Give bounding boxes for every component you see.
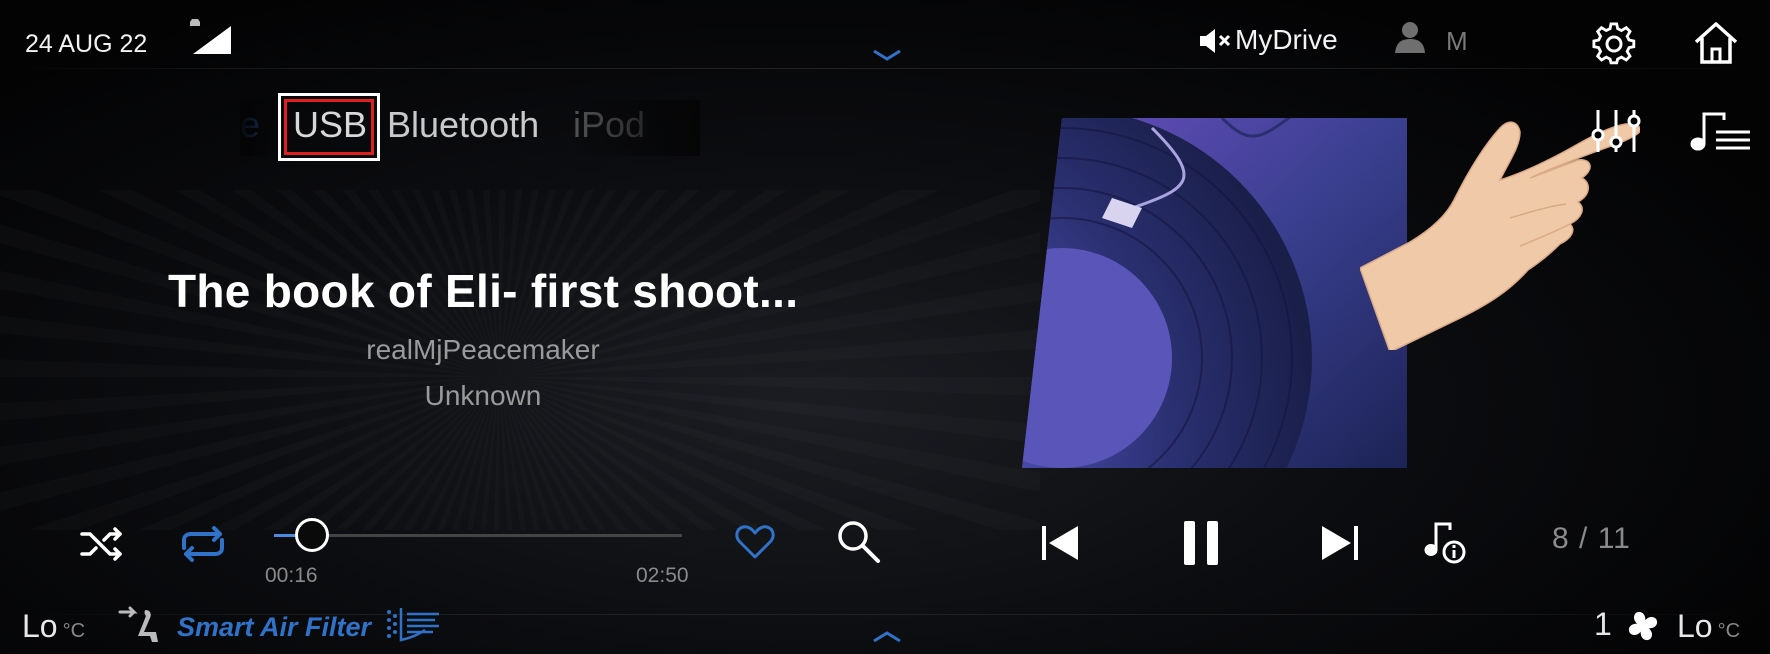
search-icon[interactable] <box>835 518 881 564</box>
tab-bluetooth[interactable]: Bluetooth <box>387 104 539 146</box>
right-temperature[interactable]: Lo °C <box>1677 608 1740 645</box>
usb-tab-highlight-box <box>278 93 380 161</box>
status-date: 24 AUG 22 <box>25 30 148 58</box>
right-temperature-value: Lo <box>1677 608 1713 644</box>
pull-down-handle[interactable] <box>872 48 902 62</box>
pull-up-handle[interactable] <box>872 630 902 644</box>
tabs-fade-left <box>240 100 280 156</box>
gear-icon[interactable] <box>1592 22 1636 66</box>
media-player-screen: 24 AUG 22 MyDrive M e USB Bluetooth iPod <box>0 0 1770 654</box>
skip-next-icon[interactable] <box>1320 524 1360 562</box>
heart-icon[interactable] <box>735 524 775 560</box>
track-info-icon[interactable] <box>1424 520 1466 564</box>
time-total: 02:50 <box>636 564 689 587</box>
speaker-mute-icon[interactable] <box>1198 26 1232 56</box>
top-divider <box>0 68 1770 69</box>
progress-bar[interactable] <box>274 534 682 537</box>
song-artist: realMjPeacemaker <box>366 334 600 365</box>
user-icon[interactable] <box>1393 20 1427 54</box>
equalizer-icon[interactable] <box>1588 108 1644 154</box>
time-elapsed: 00:16 <box>265 564 318 587</box>
album-art[interactable] <box>1022 118 1407 468</box>
fan-icon[interactable] <box>1626 609 1660 643</box>
song-album: Unknown <box>424 380 542 411</box>
home-icon[interactable] <box>1692 20 1740 66</box>
playlist-icon[interactable] <box>1690 110 1752 152</box>
pause-icon[interactable] <box>1182 519 1220 567</box>
shuffle-icon[interactable] <box>80 526 124 562</box>
progress-knob[interactable] <box>295 518 330 552</box>
repeat-icon[interactable] <box>178 526 228 562</box>
track-counter: 8 / 11 <box>1552 522 1631 555</box>
tabs-fade-right <box>570 100 700 156</box>
signal-icon <box>193 26 231 54</box>
left-temperature[interactable]: Lo °C <box>22 608 85 645</box>
right-temperature-unit: °C <box>1717 620 1741 642</box>
profile-label[interactable]: MyDrive <box>1235 24 1338 56</box>
seat-icon[interactable] <box>116 604 164 644</box>
smart-air-filter-label[interactable]: Smart Air Filter <box>177 612 371 643</box>
airflow-icon[interactable] <box>385 604 441 644</box>
skip-previous-icon[interactable] <box>1040 524 1080 562</box>
fan-level[interactable]: 1 <box>1594 606 1612 643</box>
pointing-hand-image <box>1360 121 1640 350</box>
song-title: The book of Eli- first shoot... <box>168 265 799 317</box>
left-temperature-value: Lo <box>22 608 58 644</box>
user-initial[interactable]: M <box>1446 26 1468 57</box>
left-temperature-unit: °C <box>62 620 86 642</box>
